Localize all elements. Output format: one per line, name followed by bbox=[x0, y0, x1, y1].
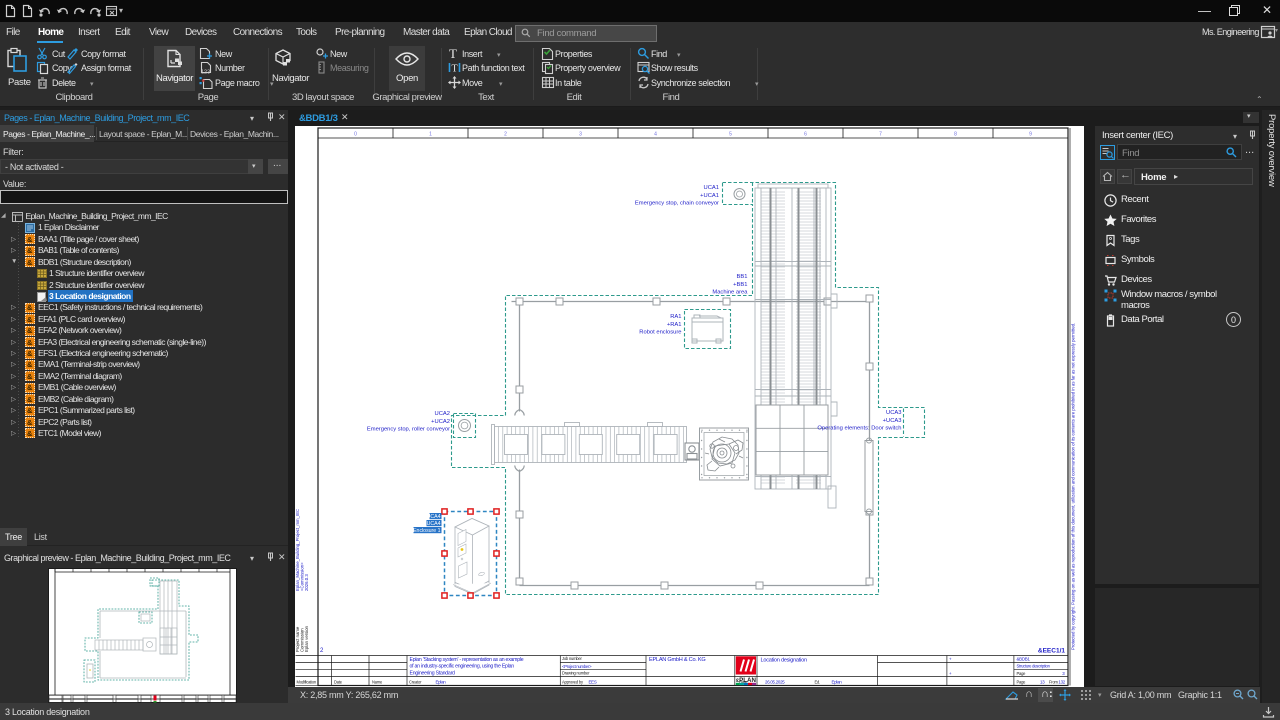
svg-text:From: From bbox=[1049, 679, 1059, 684]
svg-text:Page: Page bbox=[1017, 671, 1027, 676]
svg-text:Enclosure 1: Enclosure 1 bbox=[413, 528, 441, 534]
svg-text:8: 8 bbox=[954, 132, 957, 138]
svg-text:&BDB1: &BDB1 bbox=[1017, 656, 1031, 661]
svg-text:Protected by copyright. Passin: Protected by copyright. Passing on as we… bbox=[1071, 323, 1076, 650]
svg-text:Machine area: Machine area bbox=[712, 290, 748, 296]
svg-text:1: 1 bbox=[429, 132, 432, 138]
svg-text:2026.0.3: 2026.0.3 bbox=[304, 574, 309, 591]
svg-text:+UCA1: +UCA1 bbox=[700, 193, 719, 199]
svg-text:Date: Date bbox=[334, 679, 343, 684]
svg-text:Operating elements: Door switc: Operating elements: Door switch bbox=[817, 426, 901, 432]
svg-text:+UCA2: +UCA2 bbox=[431, 419, 450, 425]
svg-text:+UCA3: +UCA3 bbox=[883, 418, 902, 424]
svg-text:BB1: BB1 bbox=[737, 274, 748, 280]
svg-text:RA1: RA1 bbox=[670, 314, 681, 320]
svg-text:&EEC1/1: &EEC1/1 bbox=[1038, 648, 1065, 655]
svg-text:4: 4 bbox=[654, 132, 657, 138]
svg-text:Eplan: Eplan bbox=[436, 679, 447, 684]
svg-text:UCA1: UCA1 bbox=[704, 185, 719, 191]
svg-text:Eplan version: Eplan version bbox=[304, 625, 309, 652]
svg-text:26.05.2025: 26.05.2025 bbox=[765, 679, 785, 684]
svg-text:7: 7 bbox=[879, 132, 882, 138]
svg-text:3: 3 bbox=[579, 132, 582, 138]
svg-text:Engineering Standard: Engineering Standard bbox=[410, 670, 456, 676]
svg-text:UCA2: UCA2 bbox=[435, 411, 450, 417]
svg-text:+UCA4: +UCA4 bbox=[424, 521, 441, 527]
svg-text:T: T bbox=[449, 46, 457, 61]
svg-text:Emergency stop, chain conveyor: Emergency stop, chain conveyor bbox=[635, 201, 719, 207]
svg-text:T: T bbox=[452, 64, 458, 75]
svg-text:Job number: Job number bbox=[562, 656, 582, 661]
svg-text:+BB1: +BB1 bbox=[733, 282, 747, 288]
svg-text:2: 2 bbox=[504, 132, 507, 138]
svg-text:Drawing number: Drawing number bbox=[562, 671, 590, 676]
svg-text:Approved by: Approved by bbox=[562, 679, 584, 684]
svg-text:Structure description: Structure description bbox=[1017, 664, 1051, 669]
svg-text:Modification: Modification bbox=[297, 679, 317, 684]
svg-text:123: 123 bbox=[201, 70, 210, 76]
svg-text:Emergency stop, roller conveyo: Emergency stop, roller conveyor bbox=[367, 427, 450, 433]
svg-text:Name: Name bbox=[372, 679, 383, 684]
svg-text:Page: Page bbox=[1017, 679, 1027, 684]
svg-text:+RA1: +RA1 bbox=[667, 322, 682, 328]
svg-text:of an industry-specific engine: of an industry-specific engineering, usi… bbox=[410, 664, 515, 670]
svg-text:6: 6 bbox=[804, 132, 807, 138]
svg-text:UCA3: UCA3 bbox=[886, 410, 901, 416]
svg-text:Eplan 'Stacking system' - repr: Eplan 'Stacking system' - representation… bbox=[410, 657, 524, 663]
svg-text:EES: EES bbox=[589, 679, 597, 684]
svg-text:5: 5 bbox=[729, 132, 732, 138]
svg-text:EPLAN GmbH & Co. KG: EPLAN GmbH & Co. KG bbox=[649, 657, 706, 663]
svg-text:9: 9 bbox=[1029, 132, 1032, 138]
svg-text:Creator: Creator bbox=[409, 679, 422, 684]
svg-text:Eplan: Eplan bbox=[832, 679, 843, 684]
svg-text:UCA4: UCA4 bbox=[427, 514, 441, 520]
svg-text:Location designation: Location designation bbox=[761, 658, 807, 664]
svg-text:<Project number>: <Project number> bbox=[562, 664, 592, 669]
svg-text:Ed.: Ed. bbox=[815, 679, 821, 684]
svg-text:0: 0 bbox=[354, 132, 357, 138]
svg-text:Robot enclosure: Robot enclosure bbox=[639, 330, 681, 336]
svg-text:132: 132 bbox=[1058, 679, 1065, 684]
